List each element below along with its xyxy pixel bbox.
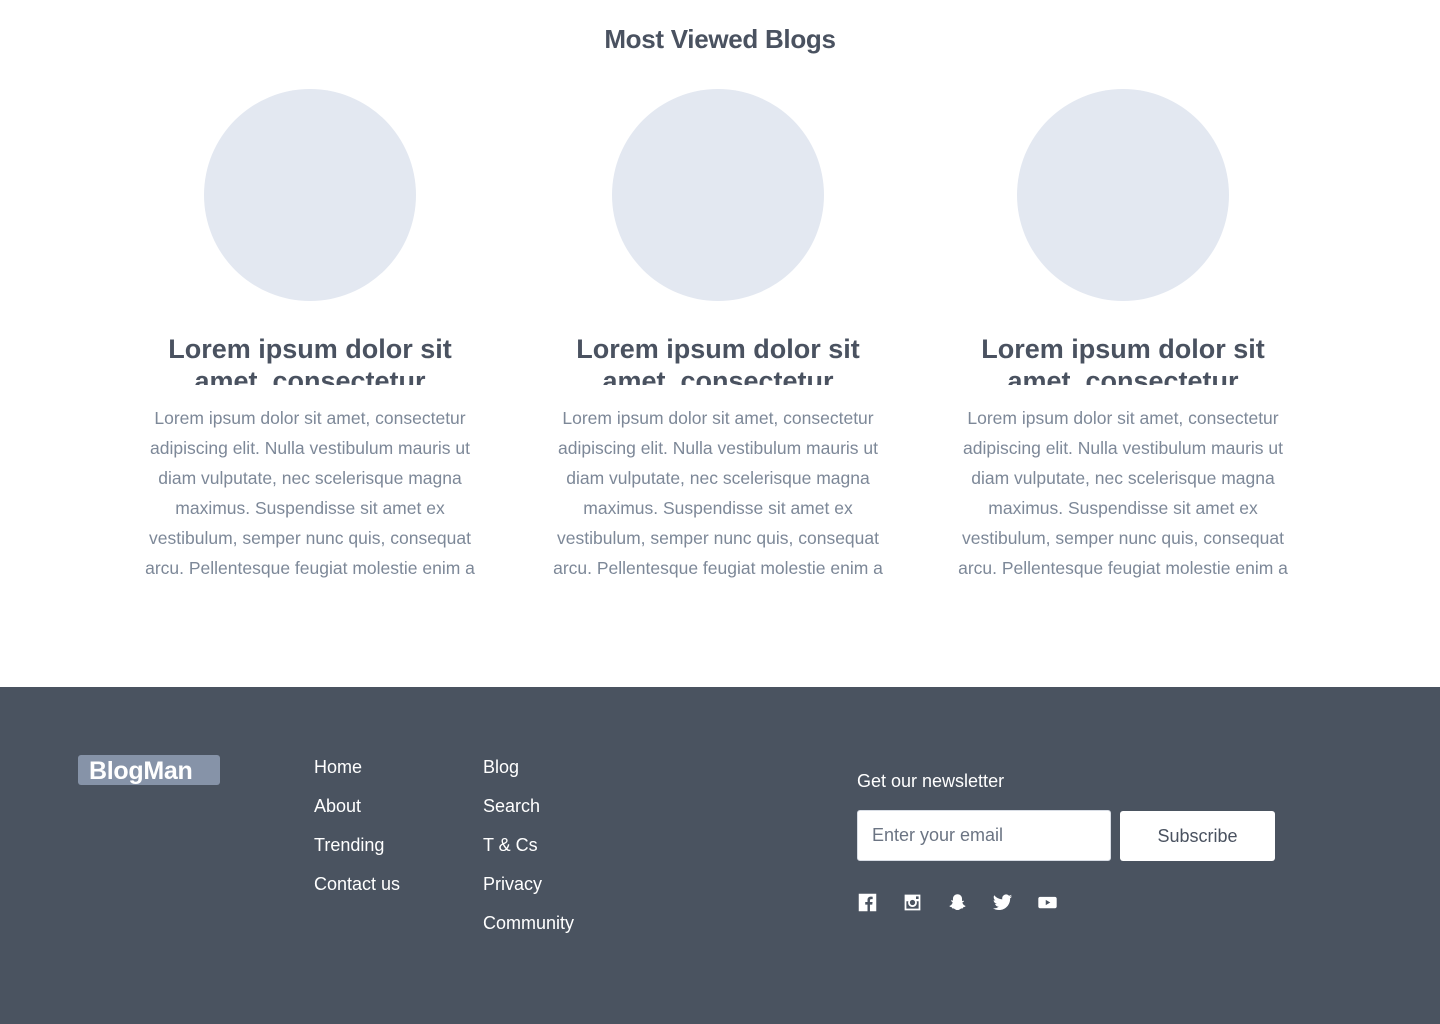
newsletter-email-input[interactable]	[857, 810, 1111, 861]
footer-link-contact[interactable]: Contact us	[314, 872, 400, 911]
blog-title[interactable]: Lorem ipsum dolor sit amet, consectetur	[140, 333, 480, 385]
blog-thumbnail[interactable]	[1017, 89, 1229, 301]
footer-logo[interactable]: BlogMan	[78, 755, 220, 785]
instagram-icon[interactable]	[902, 892, 923, 913]
footer-link-blog[interactable]: Blog	[483, 755, 574, 794]
blog-title[interactable]: Lorem ipsum dolor sit amet, consectetur	[548, 333, 888, 385]
page: Most Viewed Blogs Lorem ipsum dolor sit …	[0, 0, 1440, 1024]
footer-link-privacy[interactable]: Privacy	[483, 872, 574, 911]
blog-thumbnail[interactable]	[612, 89, 824, 301]
facebook-icon[interactable]	[857, 892, 878, 913]
footer-link-trending[interactable]: Trending	[314, 833, 400, 872]
newsletter-label: Get our newsletter	[857, 771, 1005, 791]
footer-link-community[interactable]: Community	[483, 911, 574, 950]
footer: BlogMan Home About Trending Contact us B…	[0, 687, 1440, 1024]
twitter-icon[interactable]	[992, 892, 1013, 913]
blog-card[interactable]: Lorem ipsum dolor sit amet, consectetur …	[953, 89, 1293, 583]
footer-nav-column: Home About Trending Contact us	[314, 755, 400, 911]
section-title: Most Viewed Blogs	[604, 24, 836, 54]
blog-excerpt: Lorem ipsum dolor sit amet, consectetur …	[145, 408, 475, 578]
blog-excerpt: Lorem ipsum dolor sit amet, consectetur …	[958, 408, 1288, 578]
youtube-icon[interactable]	[1037, 892, 1058, 913]
footer-link-search[interactable]: Search	[483, 794, 574, 833]
social-links	[857, 890, 1058, 914]
footer-link-terms[interactable]: T & Cs	[483, 833, 574, 872]
footer-nav-column: Blog Search T & Cs Privacy Community	[483, 755, 574, 950]
blog-card[interactable]: Lorem ipsum dolor sit amet, consectetur …	[140, 89, 480, 583]
footer-link-about[interactable]: About	[314, 794, 400, 833]
snapchat-icon[interactable]	[947, 892, 968, 913]
blog-card[interactable]: Lorem ipsum dolor sit amet, consectetur …	[548, 89, 888, 583]
blog-thumbnail[interactable]	[204, 89, 416, 301]
blog-title[interactable]: Lorem ipsum dolor sit amet, consectetur	[953, 333, 1293, 385]
blog-excerpt: Lorem ipsum dolor sit amet, consectetur …	[553, 408, 883, 578]
footer-link-home[interactable]: Home	[314, 755, 400, 794]
subscribe-button[interactable]: Subscribe	[1120, 811, 1275, 861]
